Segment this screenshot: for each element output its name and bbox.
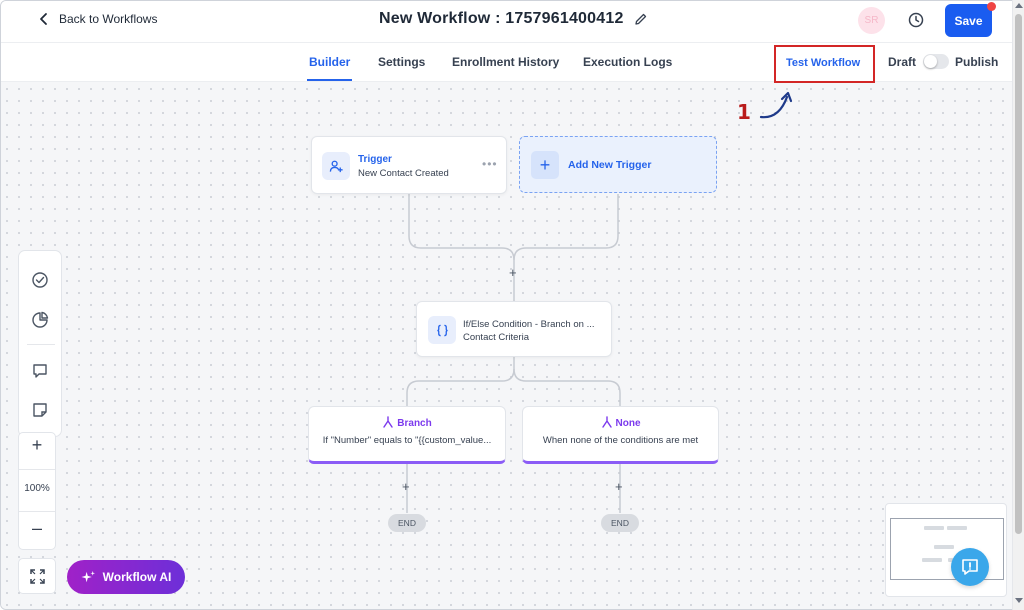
workflow-title: New Workflow : 1757961400412 [379,10,624,27]
minimap-node [922,558,942,562]
test-workflow-button[interactable]: Test Workflow [786,57,860,69]
none-title: None [615,418,641,429]
annotation-step-number: 1 [737,100,751,124]
pencil-icon[interactable] [634,12,648,26]
branch-title-row: Branch [309,416,505,429]
none-title-row: None [523,416,718,429]
trigger-title: Trigger [358,154,392,165]
split-icon [383,416,393,428]
back-label: Back to Workflows [59,12,158,26]
title-area: New Workflow : 1757961400412 [379,10,648,28]
condition-icon-box [428,316,456,344]
canvas-tools-panel [18,250,62,437]
end-marker: END [388,514,426,532]
zoom-out-button[interactable]: – [19,518,55,539]
zoom-divider [19,469,55,470]
back-to-workflows-link[interactable]: Back to Workflows [37,12,157,26]
zoom-divider [19,511,55,512]
sticky-note-icon[interactable] [31,401,49,419]
vertical-scrollbar[interactable] [1012,0,1024,610]
chat-alert-icon [962,559,978,575]
sparkle-icon [81,570,95,582]
branch-subtitle: If "Number" equals to "{{custom_value... [322,435,492,446]
add-step-button[interactable]: + [615,480,623,493]
history-icon[interactable] [907,11,925,29]
condition-subtitle: Contact Criteria [463,332,529,343]
tab-settings[interactable]: Settings [378,55,425,69]
annotation-arrow-icon [759,91,793,119]
tab-execution-logs[interactable]: Execution Logs [583,55,672,69]
expand-icon [30,569,45,584]
condition-title: If/Else Condition - Branch on ... [463,319,595,330]
minimap-node [924,526,944,530]
minimap[interactable] [885,503,1007,597]
add-step-button[interactable]: + [509,266,517,279]
workflow-ai-button[interactable]: Workflow AI [67,560,185,594]
zoom-level: 100% [24,483,50,494]
unsaved-indicator-dot [987,2,996,11]
braces-icon [436,324,448,336]
trigger-node[interactable]: Trigger New Contact Created ••• [311,136,507,194]
trigger-subtitle: New Contact Created [358,168,449,179]
chevron-left-icon [40,13,47,25]
add-trigger-label: Add New Trigger [568,159,652,171]
comment-icon[interactable] [31,362,49,380]
publish-toggle[interactable] [923,54,949,69]
scroll-up-arrow-icon[interactable] [1015,3,1023,8]
if-else-condition-node[interactable]: If/Else Condition - Branch on ... Contac… [416,301,612,357]
none-subtitle: When none of the conditions are met [542,435,699,446]
publish-label: Publish [955,55,999,69]
zoom-controls: + 100% – [18,432,56,550]
branch-title: Branch [397,418,432,429]
check-circle-icon[interactable] [31,271,49,289]
workflow-ai-label: Workflow AI [102,570,172,584]
tab-enrollment-history[interactable]: Enrollment History [452,55,559,69]
scroll-thumb[interactable] [1015,14,1022,534]
active-tab-underline [307,79,352,81]
avatar[interactable]: SR [858,7,885,34]
tool-divider [27,344,55,345]
zoom-in-button[interactable]: + [19,435,55,456]
end-marker: END [601,514,639,532]
more-options-icon[interactable]: ••• [482,157,498,171]
split-icon [601,416,612,428]
draft-label: Draft [888,55,917,69]
top-bar: Back to Workflows New Workflow : 1757961… [1,1,1013,43]
none-branch-node[interactable]: None When none of the conditions are met [522,406,719,464]
add-new-trigger-button[interactable]: + Add New Trigger [519,136,717,193]
minimap-node [934,545,954,549]
plus-icon: + [531,151,559,179]
pie-chart-icon[interactable] [31,311,49,329]
add-step-button[interactable]: + [402,480,410,493]
minimap-node [947,526,967,530]
app-window: Back to Workflows New Workflow : 1757961… [0,0,1024,610]
save-button[interactable]: Save [945,4,992,37]
branch-node[interactable]: Branch If "Number" equals to "{{custom_v… [308,406,506,464]
person-plus-icon [329,160,343,172]
tab-builder[interactable]: Builder [309,55,350,69]
trigger-icon-box [322,152,350,180]
feedback-button[interactable] [951,548,989,586]
scroll-down-arrow-icon[interactable] [1015,598,1023,603]
fit-view-button[interactable] [18,558,56,594]
